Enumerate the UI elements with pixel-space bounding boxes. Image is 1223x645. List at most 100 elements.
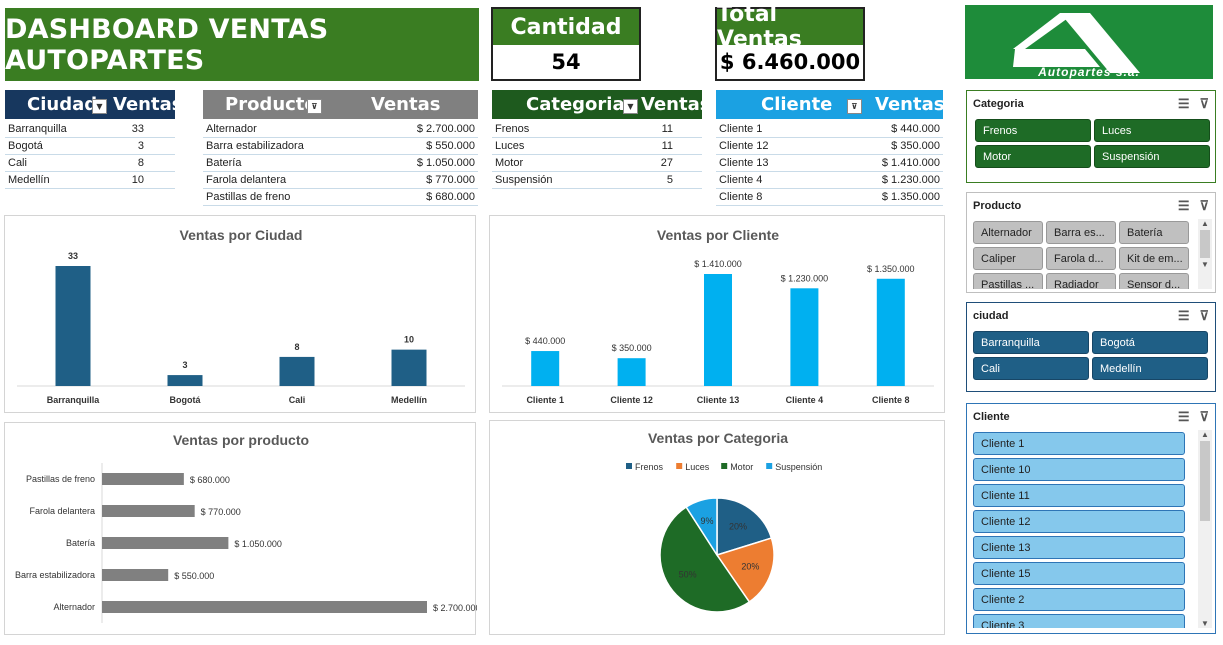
- slicer-item[interactable]: Barra es...: [1046, 221, 1116, 244]
- table-row[interactable]: Cliente 1 $ 440.000: [716, 121, 943, 138]
- table-cell-value: $ 350.000: [891, 140, 940, 152]
- table-categoria-col1: Categoria: [526, 94, 625, 115]
- scroll-up-icon[interactable]: ▲: [1198, 430, 1212, 439]
- table-cell-label: Farola delantera: [206, 174, 287, 186]
- filter-dropdown-icon[interactable]: ▼: [92, 99, 107, 114]
- slicer-item[interactable]: Batería: [1119, 221, 1189, 244]
- slicer-cliente-title: Cliente: [973, 411, 1010, 423]
- slicer-item[interactable]: Cliente 3: [973, 614, 1185, 628]
- slicer-item[interactable]: Frenos: [975, 119, 1091, 142]
- slicer-item[interactable]: Pastillas ...: [973, 273, 1043, 289]
- table-row[interactable]: Cliente 13 $ 1.410.000: [716, 155, 943, 172]
- table-cell-label: Batería: [206, 157, 242, 169]
- filter-dropdown-icon[interactable]: ▼: [623, 99, 638, 114]
- table-row[interactable]: Barranquilla 33: [5, 121, 175, 138]
- slicer-item[interactable]: Cliente 13: [973, 536, 1185, 559]
- kpi-total-value: $ 6.460.000: [719, 50, 861, 74]
- table-cell-value: $ 550.000: [426, 140, 475, 152]
- slicer-item[interactable]: Luces: [1094, 119, 1210, 142]
- slicer-item[interactable]: Cliente 15: [973, 562, 1185, 585]
- multi-select-icon[interactable]: ☰: [1178, 308, 1190, 324]
- clear-filter-icon[interactable]: ⊽: [1199, 308, 1209, 324]
- table-cell-label: Cliente 8: [719, 191, 763, 203]
- slicer-item[interactable]: Kit de em...: [1119, 247, 1189, 270]
- legend-entry: Frenos: [635, 462, 664, 472]
- table-cell-label: Cliente 12: [719, 140, 769, 152]
- slicer-item[interactable]: Caliper: [973, 247, 1043, 270]
- table-row[interactable]: Farola delantera $ 770.000: [203, 172, 478, 189]
- slicer-item[interactable]: Sensor d...: [1119, 273, 1189, 289]
- bar: [102, 601, 427, 613]
- filter-active-icon[interactable]: ⊽: [847, 99, 862, 114]
- slicer-item[interactable]: Cliente 2: [973, 588, 1185, 611]
- data-label: 50%: [679, 570, 697, 580]
- clear-filter-icon[interactable]: ⊽: [1199, 409, 1209, 425]
- chart-ventas-por-producto[interactable]: Ventas por producto Pastillas de freno $ 6…: [4, 422, 481, 635]
- tick-label: Barranquilla: [47, 395, 101, 405]
- table-row[interactable]: Alternador $ 2.700.000: [203, 121, 478, 138]
- chart-ventas-por-categoria[interactable]: Ventas por Categoria Frenos Luces Motor Susp…: [489, 420, 945, 635]
- slicer-item[interactable]: Cliente 12: [973, 510, 1185, 533]
- table-cell-label: Pastillas de freno: [206, 191, 291, 203]
- bar: [391, 349, 427, 386]
- slicer-categoria: Categoria ☰ ⊽ Frenos Luces Motor Suspensión: [966, 90, 1216, 183]
- bar: [167, 375, 203, 386]
- table-row[interactable]: Cliente 12 $ 350.000: [716, 138, 943, 155]
- table-cell-value: 10: [131, 174, 144, 186]
- table-row[interactable]: Bogotá 3: [5, 138, 175, 155]
- table-row[interactable]: Luces 11: [492, 138, 702, 155]
- slicer-item[interactable]: Motor: [975, 145, 1091, 168]
- table-producto-col1: Producto: [225, 94, 317, 115]
- table-ciudad-header: Ciudad ▼ Ventas: [5, 90, 182, 119]
- slicer-item[interactable]: Medellín: [1092, 357, 1208, 380]
- table-row[interactable]: Cliente 4 $ 1.230.000: [716, 172, 943, 189]
- table-cell-value: $ 1.410.000: [881, 157, 940, 169]
- slicer-item[interactable]: Cali: [973, 357, 1089, 380]
- kpi-cantidad-label: Cantidad: [493, 9, 639, 45]
- tick-label: Cali: [289, 395, 306, 405]
- table-cell-label: Motor: [495, 157, 524, 169]
- table-cell-label: Alternador: [206, 123, 257, 135]
- table-row[interactable]: Frenos 11: [492, 121, 702, 138]
- slicer-item[interactable]: Cliente 10: [973, 458, 1185, 481]
- slicer-item[interactable]: Cliente 1: [973, 432, 1185, 455]
- slicer-item[interactable]: Alternador: [973, 221, 1043, 244]
- slicer-item[interactable]: Radiador: [1046, 273, 1116, 289]
- slicer-item[interactable]: Suspensión: [1094, 145, 1210, 168]
- table-row[interactable]: Pastillas de freno $ 680.000: [203, 189, 478, 206]
- slicer-item[interactable]: Barranquilla: [973, 331, 1089, 354]
- data-label: $ 550.000: [174, 571, 214, 581]
- table-row[interactable]: Medellín 10: [5, 172, 175, 189]
- table-categoria-col2: Ventas: [641, 94, 711, 115]
- scroll-up-icon[interactable]: ▲: [1198, 219, 1212, 228]
- table-categoria: Categoria ▼ Ventas Frenos 11 Luces 11 Motor 2…: [492, 90, 710, 189]
- slicer-item[interactable]: Cliente 11: [973, 484, 1185, 507]
- tick-label: Barra estabilizadora: [15, 570, 95, 580]
- clear-filter-icon[interactable]: ⊽: [1199, 198, 1209, 214]
- multi-select-icon[interactable]: ☰: [1178, 409, 1190, 425]
- clear-filter-icon[interactable]: ⊽: [1199, 96, 1209, 112]
- slicer-item[interactable]: Bogotá: [1092, 331, 1208, 354]
- table-cliente: Cliente ⊽ Ventas Cliente 1 $ 440.000 Clien…: [716, 90, 944, 206]
- table-row[interactable]: Cali 8: [5, 155, 175, 172]
- table-ciudad-col1: Ciudad: [27, 94, 98, 115]
- table-row[interactable]: Suspensión 5: [492, 172, 702, 189]
- company-logo: Autopartes s.a.: [965, 5, 1213, 79]
- table-row[interactable]: Motor 27: [492, 155, 702, 172]
- table-row[interactable]: Cliente 8 $ 1.350.000: [716, 189, 943, 206]
- table-row[interactable]: Barra estabilizadora $ 550.000: [203, 138, 478, 155]
- table-cell-value: $ 1.230.000: [881, 174, 940, 186]
- chart-ventas-por-ciudad[interactable]: Ventas por Ciudad 33 Barranquilla 3 Bogotá 8 C…: [4, 215, 476, 413]
- scroll-down-icon[interactable]: ▼: [1198, 260, 1212, 269]
- table-row[interactable]: Batería $ 1.050.000: [203, 155, 478, 172]
- multi-select-icon[interactable]: ☰: [1178, 198, 1190, 214]
- slicer-item[interactable]: Farola d...: [1046, 247, 1116, 270]
- slicer-cliente-scrollbar[interactable]: ▲ ▼: [1198, 430, 1212, 628]
- chart-ventas-por-cliente[interactable]: Ventas por Cliente $ 440.000 Cliente 1 $ 35…: [489, 215, 945, 413]
- table-cell-label: Medellín: [8, 174, 50, 186]
- multi-select-icon[interactable]: ☰: [1178, 96, 1190, 112]
- scroll-down-icon[interactable]: ▼: [1198, 619, 1212, 628]
- table-cell-value: $ 440.000: [891, 123, 940, 135]
- slicer-producto-scrollbar[interactable]: ▲ ▼: [1198, 219, 1212, 289]
- filter-active-icon[interactable]: ⊽: [307, 99, 322, 114]
